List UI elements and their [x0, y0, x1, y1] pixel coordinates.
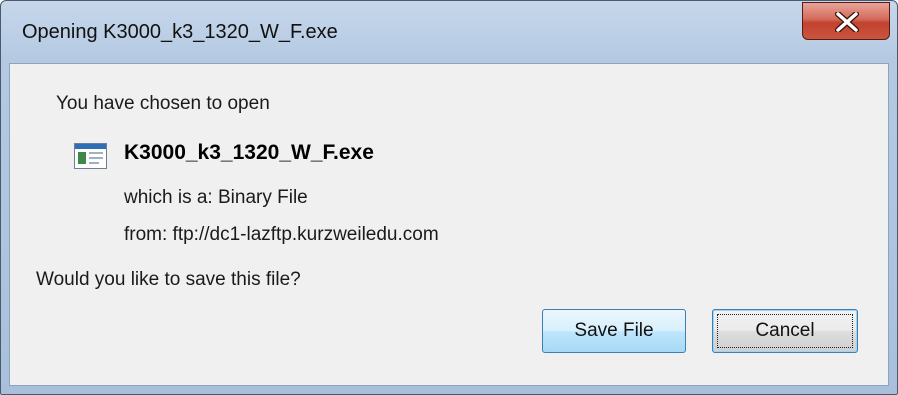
- dialog-body: You have chosen to open K3000_k3_1320_W_…: [9, 63, 889, 386]
- dialog-heading: You have chosen to open: [56, 93, 270, 114]
- save-file-button[interactable]: Save File: [542, 309, 686, 353]
- close-x-icon: [835, 12, 859, 32]
- executable-file-icon: [74, 143, 107, 169]
- close-button[interactable]: [802, 2, 890, 40]
- title-bar[interactable]: Opening K3000_k3_1320_W_F.exe: [1, 1, 897, 63]
- dialog-window: Opening K3000_k3_1320_W_F.exe You have c…: [0, 0, 898, 395]
- window-title: Opening K3000_k3_1320_W_F.exe: [22, 21, 338, 43]
- file-name: K3000_k3_1320_W_F.exe: [124, 141, 374, 164]
- file-source-text: from: ftp://dc1-lazftp.kurzweiledu.com: [124, 224, 439, 245]
- save-question: Would you like to save this file?: [36, 269, 301, 290]
- save-file-label: Save File: [574, 320, 654, 341]
- file-type-text: which is a: Binary File: [124, 187, 308, 208]
- cancel-button[interactable]: Cancel: [712, 309, 858, 353]
- cancel-label: Cancel: [755, 320, 815, 341]
